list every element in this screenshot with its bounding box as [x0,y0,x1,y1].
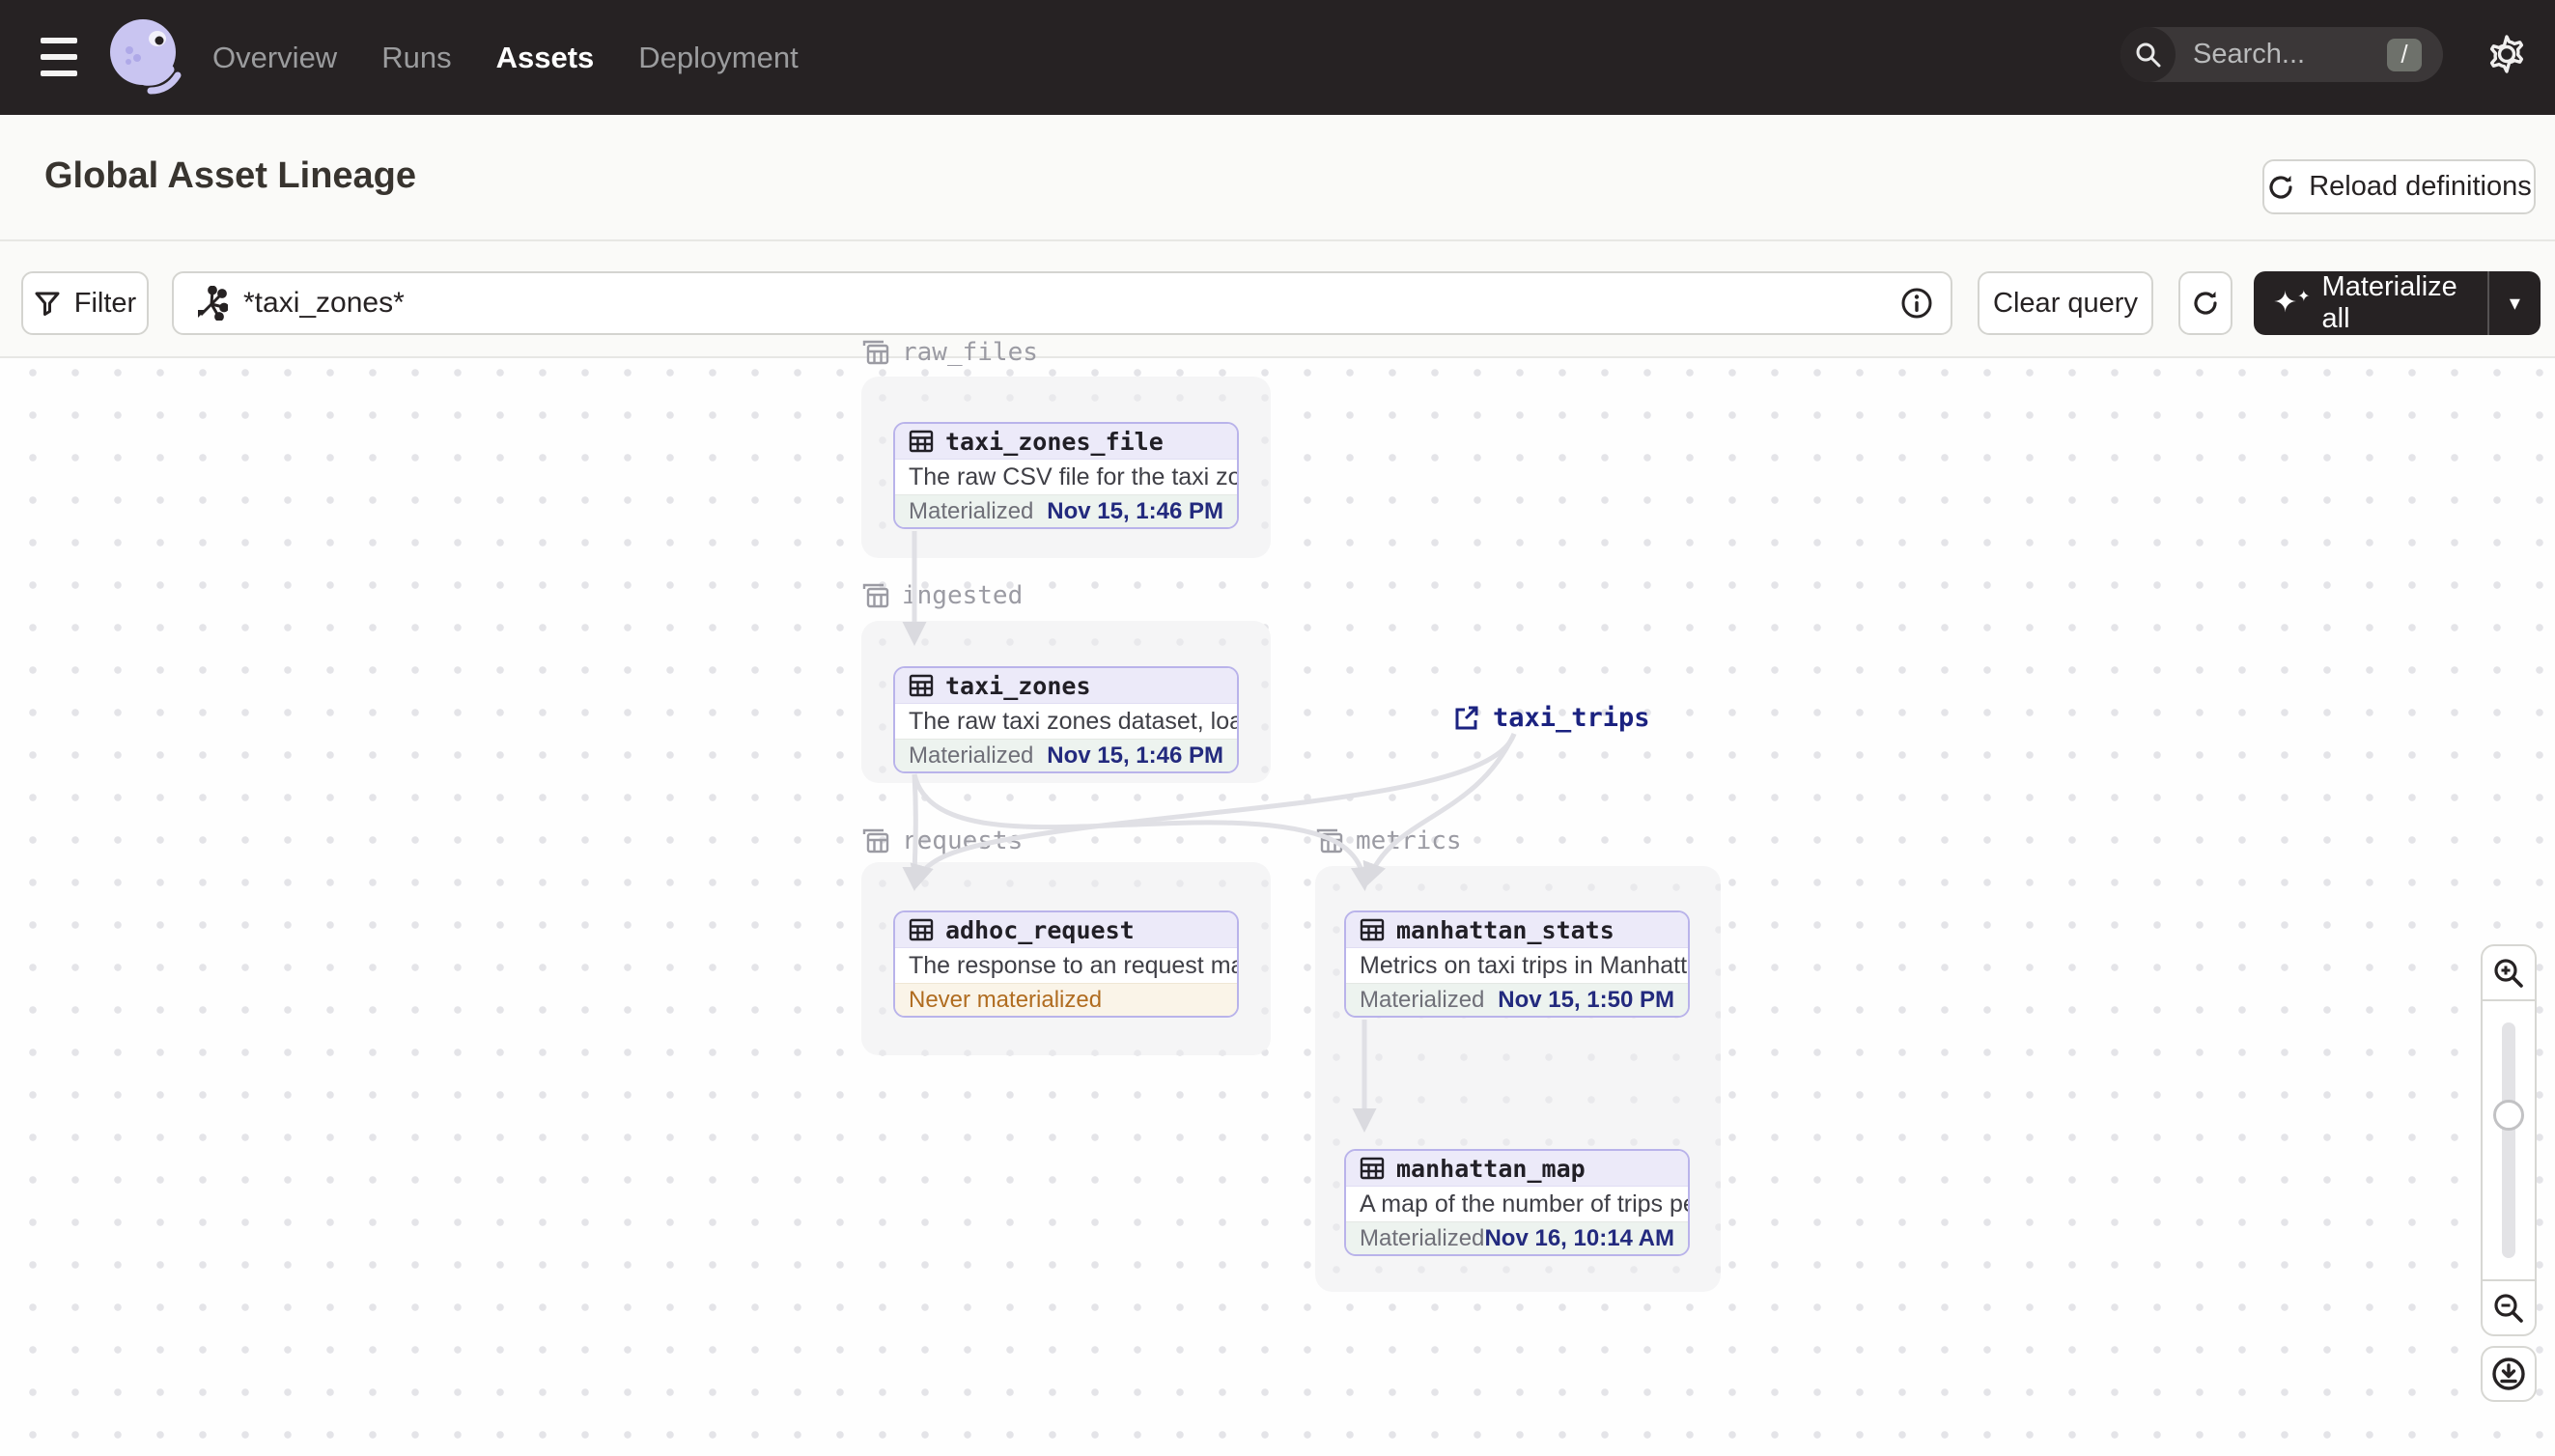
asset-graph-query-icon [198,286,228,321]
query-info-icon[interactable] [1900,287,1933,320]
asset-description: The raw taxi zones dataset, loaded int..… [909,707,1237,735]
download-icon [2492,1358,2525,1390]
zoom-out-button[interactable] [2483,1279,2535,1334]
asset-node-taxi_zones[interactable]: taxi_zones The raw taxi zones dataset, l… [893,666,1239,773]
materialization-timestamp[interactable]: Nov 16, 10:14 AM [1484,1225,1674,1252]
asset-status-bar: Materialized Nov 15, 1:46 PM [895,739,1237,771]
asset-status-bar: Materialized Nov 16, 10:14 AM [1346,1221,1688,1254]
asset-name: adhoc_request [945,915,1135,944]
zoom-out-icon [2494,1293,2523,1323]
asset-status-bar: Never materialized [895,983,1237,1016]
zoom-slider-track[interactable] [2502,1022,2515,1258]
top-nav: Overview Runs Assets Deployment Search..… [0,0,2555,115]
table-icon [1360,1157,1385,1180]
search-icon [2120,27,2176,82]
materialization-timestamp[interactable]: Nov 15, 1:46 PM [1047,498,1223,525]
filter-button[interactable]: Filter [21,271,149,335]
asset-node-header: taxi_zones_file [895,424,1237,460]
asset-node-header: manhattan_map [1346,1151,1688,1187]
asset-status-bar: Materialized Nov 15, 1:50 PM [1346,983,1688,1016]
page-header: Global Asset Lineage Reload definitions [0,115,2555,241]
materialization-timestamp[interactable]: Nov 15, 1:50 PM [1498,987,1674,1014]
group-table-icon [862,340,889,365]
asset-name: manhattan_map [1396,1154,1586,1183]
group-label-metrics[interactable]: metrics [1315,826,1462,855]
group-label-raw_files[interactable]: raw_files [861,338,1038,367]
table-icon [1360,918,1385,941]
asset-name: taxi_zones_file [945,427,1164,456]
dagster-logo-icon[interactable] [102,14,189,100]
filter-funnel-icon [35,292,60,316]
external-link-icon [1455,706,1478,729]
refresh-graph-button[interactable] [2178,271,2232,335]
clear-query-button[interactable]: Clear query [1978,271,2153,335]
table-icon [909,918,934,941]
asset-name: manhattan_stats [1396,915,1614,944]
group-label-ingested[interactable]: ingested [861,581,1023,610]
materialize-all-button[interactable]: ✦✦ Materialize all ▾ [2254,271,2541,335]
asset-name: taxi_zones [945,671,1091,700]
status-label: Materialized [909,742,1034,769]
search-placeholder: Search... [2193,39,2306,70]
status-label: Materialized [1360,1224,1485,1251]
asset-node-header: adhoc_request [895,912,1237,948]
search-shortcut-badge: / [2387,38,2422,71]
asset-node-header: manhattan_stats [1346,912,1688,948]
group-table-icon [1316,828,1343,854]
group-label-requests[interactable]: requests [861,826,1023,855]
asset-node-header: taxi_zones [895,668,1237,704]
asset-status-bar: Materialized Nov 15, 1:46 PM [895,494,1237,527]
lineage-toolbar: Filter Clear query [0,241,2555,358]
sparkle-icon: ✦✦ [2273,287,2311,319]
group-table-icon [862,828,889,854]
search-input[interactable]: Search... / [2120,27,2443,82]
nav-items: Overview Runs Assets Deployment [212,0,799,115]
asset-description: A map of the number of trips per taxi z.… [1360,1190,1688,1218]
zoom-in-icon [2494,958,2523,988]
nav-runs[interactable]: Runs [381,41,451,75]
zoom-controls [2481,944,2537,1336]
asset-node-manhattan_map[interactable]: manhattan_map A map of the number of tri… [1344,1149,1690,1256]
asset-description: The raw CSV file for the taxi zones dat.… [909,462,1237,490]
asset-query-input[interactable] [243,287,1900,320]
asset-node-adhoc_request[interactable]: adhoc_request The response to an request… [893,910,1239,1018]
asset-description: The response to an request made in th... [909,951,1237,979]
refresh-icon [2194,292,2217,315]
page-title: Global Asset Lineage [44,155,417,196]
status-label: Materialized [1360,986,1485,1013]
asset-node-taxi_zones_file[interactable]: taxi_zones_file The raw CSV file for the… [893,422,1239,529]
table-icon [909,430,934,453]
nav-assets[interactable]: Assets [496,41,595,75]
group-table-icon [862,583,889,608]
status-label: Never materialized [909,986,1103,1013]
download-graph-button[interactable] [2481,1346,2537,1402]
reload-definitions-button[interactable]: Reload definitions [2262,159,2536,214]
lineage-canvas[interactable] [0,360,2555,1456]
asset-node-manhattan_stats[interactable]: manhattan_stats Metrics on taxi trips in… [1344,910,1690,1018]
status-label: Materialized [909,497,1034,524]
menu-icon[interactable] [41,38,77,76]
dagster-global-asset-lineage: Overview Runs Assets Deployment Search..… [0,0,2555,1456]
zoom-slider[interactable] [2483,1001,2535,1279]
asset-description: Metrics on taxi trips in Manhattan [1360,951,1688,979]
zoom-slider-thumb[interactable] [2493,1100,2524,1131]
external-asset-taxi_trips[interactable]: taxi_trips [1452,703,1650,733]
nav-deployment[interactable]: Deployment [638,41,798,75]
reload-icon [2269,175,2292,199]
settings-gear-icon[interactable] [2484,31,2530,77]
materialization-timestamp[interactable]: Nov 15, 1:46 PM [1047,742,1223,770]
asset-query-field[interactable] [172,271,1952,335]
zoom-in-button[interactable] [2483,946,2535,1001]
table-icon [909,674,934,697]
materialize-dropdown-caret[interactable]: ▾ [2489,291,2541,316]
nav-overview[interactable]: Overview [212,41,337,75]
